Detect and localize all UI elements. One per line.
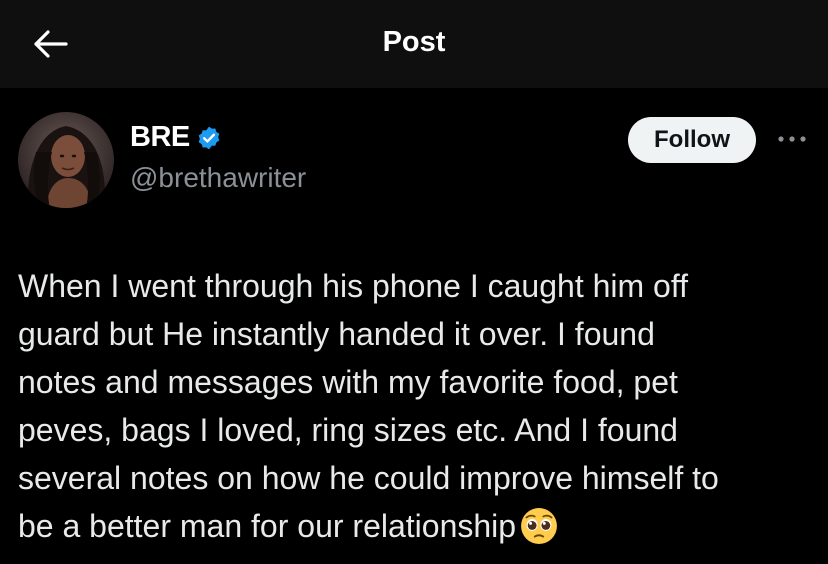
post-line: be a better man for our relationship (18, 508, 517, 544)
more-options-button[interactable] (774, 126, 810, 152)
pleading-face-emoji (521, 508, 558, 544)
display-name[interactable]: BRE (130, 121, 190, 154)
more-horizontal-icon (778, 136, 806, 142)
author-name-row: BRE (130, 121, 222, 154)
follow-button[interactable]: Follow (628, 117, 756, 163)
post-line: When I went through his phone I caught h… (18, 268, 689, 304)
page-title: Post (382, 26, 446, 58)
profile-photo (18, 112, 114, 208)
avatar[interactable] (18, 112, 114, 208)
user-handle[interactable]: @brethawriter (130, 162, 306, 194)
post-line: guard but He instantly handed it over. I… (18, 316, 655, 352)
top-bar: Post (0, 0, 828, 88)
post-last-line: be a better man for our relationship (18, 502, 818, 550)
verified-badge-icon (196, 125, 222, 151)
post-line: several notes on how he could improve hi… (18, 460, 719, 496)
post-text: When I went through his phone I caught h… (18, 262, 818, 550)
post-line: notes and messages with my favorite food… (18, 364, 678, 400)
post-line: peves, bags I loved, ring sizes etc. And… (18, 412, 678, 448)
